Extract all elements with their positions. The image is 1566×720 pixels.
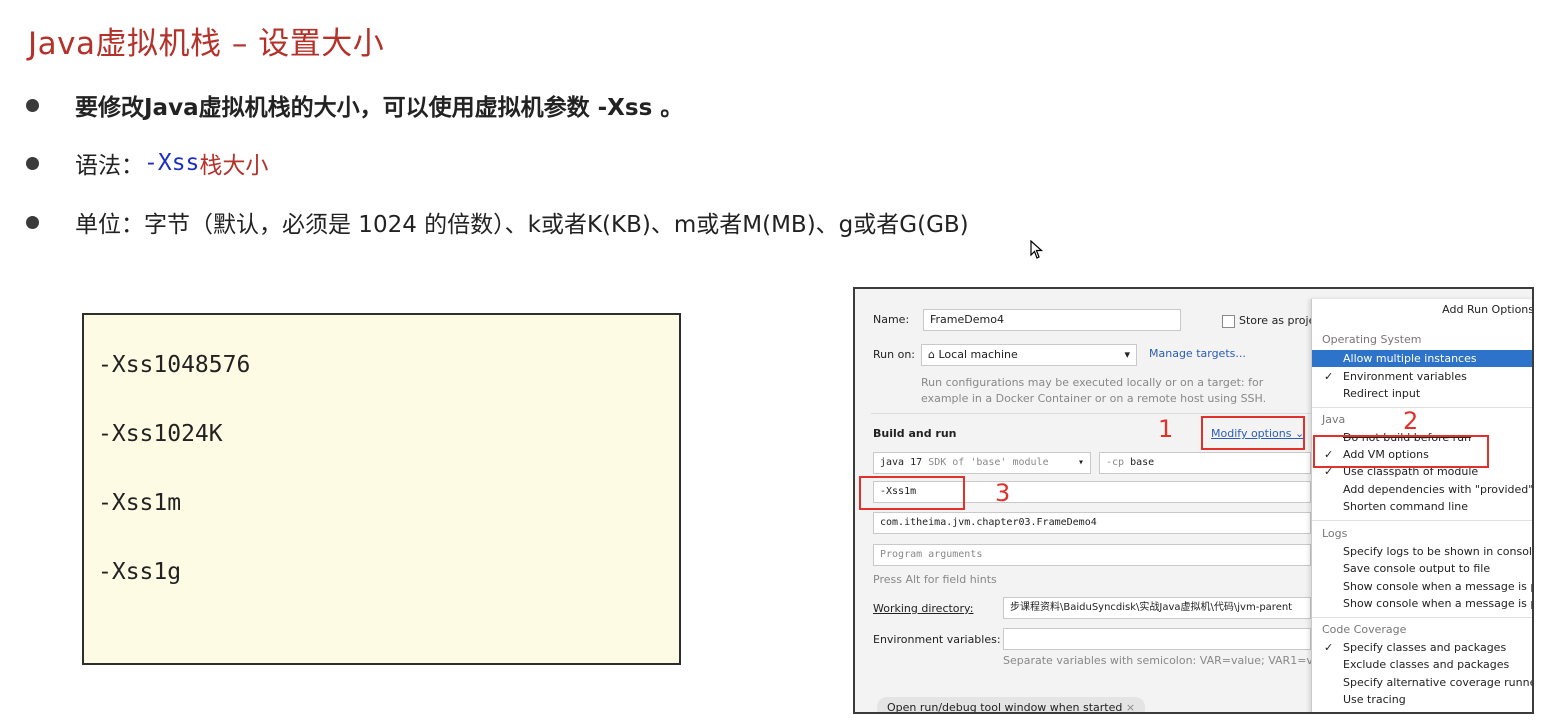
name-input[interactable]: FrameDemo4	[923, 309, 1181, 331]
code-line: -Xss1m	[98, 490, 182, 516]
run-on-label: Run on:	[873, 348, 915, 361]
bullet-dot	[26, 215, 39, 229]
annotation-2: 2	[1403, 407, 1419, 435]
jdk-description: SDK of 'base' module	[928, 457, 1049, 468]
menu-item-label: Specify alternative coverage runner	[1343, 676, 1534, 689]
menu-item-label: Use tracing	[1343, 693, 1406, 706]
environment-variables-input[interactable]	[1003, 628, 1311, 650]
menu-item-environment-variables[interactable]: ✓ Environment variables	[1312, 368, 1532, 385]
run-config-dialog: Name: FrameDemo4 Store as proje Run on: …	[853, 287, 1534, 714]
mouse-cursor-icon	[1030, 240, 1044, 259]
menu-item-use-tracing[interactable]: Use tracing	[1312, 691, 1532, 708]
menu-item-save-console-output[interactable]: Save console output to file	[1312, 560, 1532, 577]
bullet-dot	[26, 98, 39, 112]
cp-value: base	[1130, 457, 1155, 468]
close-icon[interactable]: ×	[1126, 701, 1135, 712]
menu-item-label: Show console when a message is prin	[1343, 597, 1534, 610]
bullet-dot	[26, 156, 39, 170]
chevron-down-icon: ▾	[1077, 457, 1084, 468]
bullet-item-2: 语法： -Xss 栈大小	[26, 146, 1226, 180]
check-icon: ✓	[1324, 641, 1334, 654]
cp-label: -cp	[1106, 457, 1125, 468]
working-directory-input[interactable]: 步课程资料\BaiduSyncdisk\实战Java虚拟机\代码\jvm-par…	[1003, 597, 1311, 619]
chevron-down-icon: ⌄	[1294, 427, 1305, 440]
open-tool-window-option[interactable]: Open run/debug tool window when started …	[877, 697, 1146, 714]
annotation-box-2	[1313, 435, 1489, 468]
bullet-text: 要修改Java虚拟机栈的大小，可以使用虚拟机参数 -Xss 。	[75, 95, 684, 121]
manage-targets-link[interactable]: Manage targets...	[1149, 347, 1246, 360]
environment-variables-label: Environment variables:	[873, 633, 1001, 646]
code-example-box: -Xss1048576 -Xss1024K -Xss1m -Xss1g	[82, 313, 681, 665]
syntax-label: 语法：	[75, 153, 144, 179]
jdk-select[interactable]: java 17 SDK of 'base' module ▾	[873, 452, 1091, 474]
program-arguments-input[interactable]: Program arguments	[873, 544, 1311, 566]
working-directory-label: Working directory:	[873, 602, 974, 615]
menu-item-exclude-classes[interactable]: Exclude classes and packages	[1312, 656, 1532, 673]
menu-section-title: Code Coverage	[1322, 623, 1407, 636]
syntax-code: -Xss	[144, 150, 200, 176]
run-on-select[interactable]: ⌂ Local machine ▾	[921, 344, 1137, 366]
menu-item-label: Shorten command line	[1343, 500, 1469, 513]
syntax-param: 栈大小	[199, 153, 269, 179]
chevron-down-icon: ▾	[1124, 348, 1130, 361]
menu-separator	[1312, 617, 1532, 618]
menu-item-show-console-stdout[interactable]: Show console when a message is prin	[1312, 578, 1534, 595]
divider	[871, 413, 1311, 414]
menu-item-label: Show console when a message is prin	[1343, 580, 1534, 593]
slide-title: Java虚拟机栈 – 设置大小	[28, 26, 385, 62]
classpath-select[interactable]: -cp base	[1099, 452, 1311, 474]
menu-item-label: Exclude classes and packages	[1343, 658, 1510, 671]
store-as-project-label: Store as proje	[1239, 314, 1316, 327]
modify-options-link[interactable]: Modify options ⌄	[1211, 427, 1304, 440]
menu-separator	[1312, 520, 1532, 521]
menu-item-label: Save console output to file	[1343, 562, 1491, 575]
add-run-options-menu: Add Run Options Operating System Allow m…	[1311, 299, 1534, 712]
annotation-box-3	[859, 476, 965, 510]
home-icon: ⌂	[928, 348, 935, 361]
jdk-version: java 17	[880, 457, 923, 468]
menu-item-label: Environment variables	[1343, 370, 1467, 383]
modify-options-label: Modify options	[1211, 427, 1292, 440]
code-line: -Xss1024K	[98, 421, 223, 447]
menu-item-label: Allow multiple instances	[1343, 352, 1477, 365]
menu-item-add-dependencies[interactable]: Add dependencies with "provided" sc	[1312, 481, 1534, 498]
menu-section-title: Operating System	[1322, 333, 1422, 346]
menu-item-redirect-input[interactable]: Redirect input	[1312, 385, 1532, 402]
store-as-project-checkbox[interactable]	[1222, 315, 1235, 328]
environment-variables-hint: Separate variables with semicolon: VAR=v…	[1003, 654, 1337, 667]
run-on-hint-1: Run configurations may be executed local…	[921, 376, 1264, 389]
menu-item-label: Add dependencies with "provided" sc	[1343, 483, 1534, 496]
bullet-text: 单位：字节（默认，必须是 1024 的倍数）、k或者K(KB)、m或者M(MB)…	[75, 212, 969, 238]
menu-item-show-console-stderr[interactable]: Show console when a message is prin	[1312, 595, 1534, 612]
code-line: -Xss1g	[98, 559, 182, 585]
menu-item-alternative-runner[interactable]: Specify alternative coverage runner	[1312, 674, 1534, 691]
menu-section-title: Logs	[1322, 527, 1348, 540]
run-on-value: Local machine	[938, 348, 1018, 361]
code-line: -Xss1048576	[98, 352, 251, 378]
menu-item-label: Specify classes and packages	[1343, 641, 1507, 654]
menu-separator	[1312, 407, 1532, 408]
menu-item-specify-classes[interactable]: ✓ Specify classes and packages	[1312, 639, 1532, 656]
open-tool-window-label: Open run/debug tool window when started	[887, 701, 1123, 714]
menu-item-shorten-command-line[interactable]: Shorten command line	[1312, 498, 1532, 515]
name-label: Name:	[873, 313, 910, 326]
build-and-run-heading: Build and run	[873, 427, 957, 440]
annotation-1: 1	[1158, 415, 1174, 443]
menu-header: Add Run Options	[1442, 303, 1534, 316]
menu-section-title: Java	[1322, 413, 1346, 426]
main-class-input[interactable]: com.itheima.jvm.chapter03.FrameDemo4	[873, 512, 1311, 534]
menu-item-specify-logs[interactable]: Specify logs to be shown in console	[1312, 543, 1534, 560]
menu-item-label: Specify logs to be shown in console	[1343, 545, 1534, 558]
bullet-item-3: 单位：字节（默认，必须是 1024 的倍数）、k或者K(KB)、m或者M(MB)…	[26, 205, 1226, 239]
run-on-hint-2: example in a Docker Container or on a re…	[921, 392, 1267, 405]
check-icon: ✓	[1324, 370, 1334, 383]
field-hints-text: Press Alt for field hints	[873, 573, 997, 586]
annotation-3: 3	[995, 479, 1011, 507]
bullet-item-1: 要修改Java虚拟机栈的大小，可以使用虚拟机参数 -Xss 。	[26, 88, 1226, 122]
menu-item-allow-multiple-instances[interactable]: Allow multiple instances	[1312, 350, 1532, 367]
menu-item-label: Redirect input	[1343, 387, 1421, 400]
